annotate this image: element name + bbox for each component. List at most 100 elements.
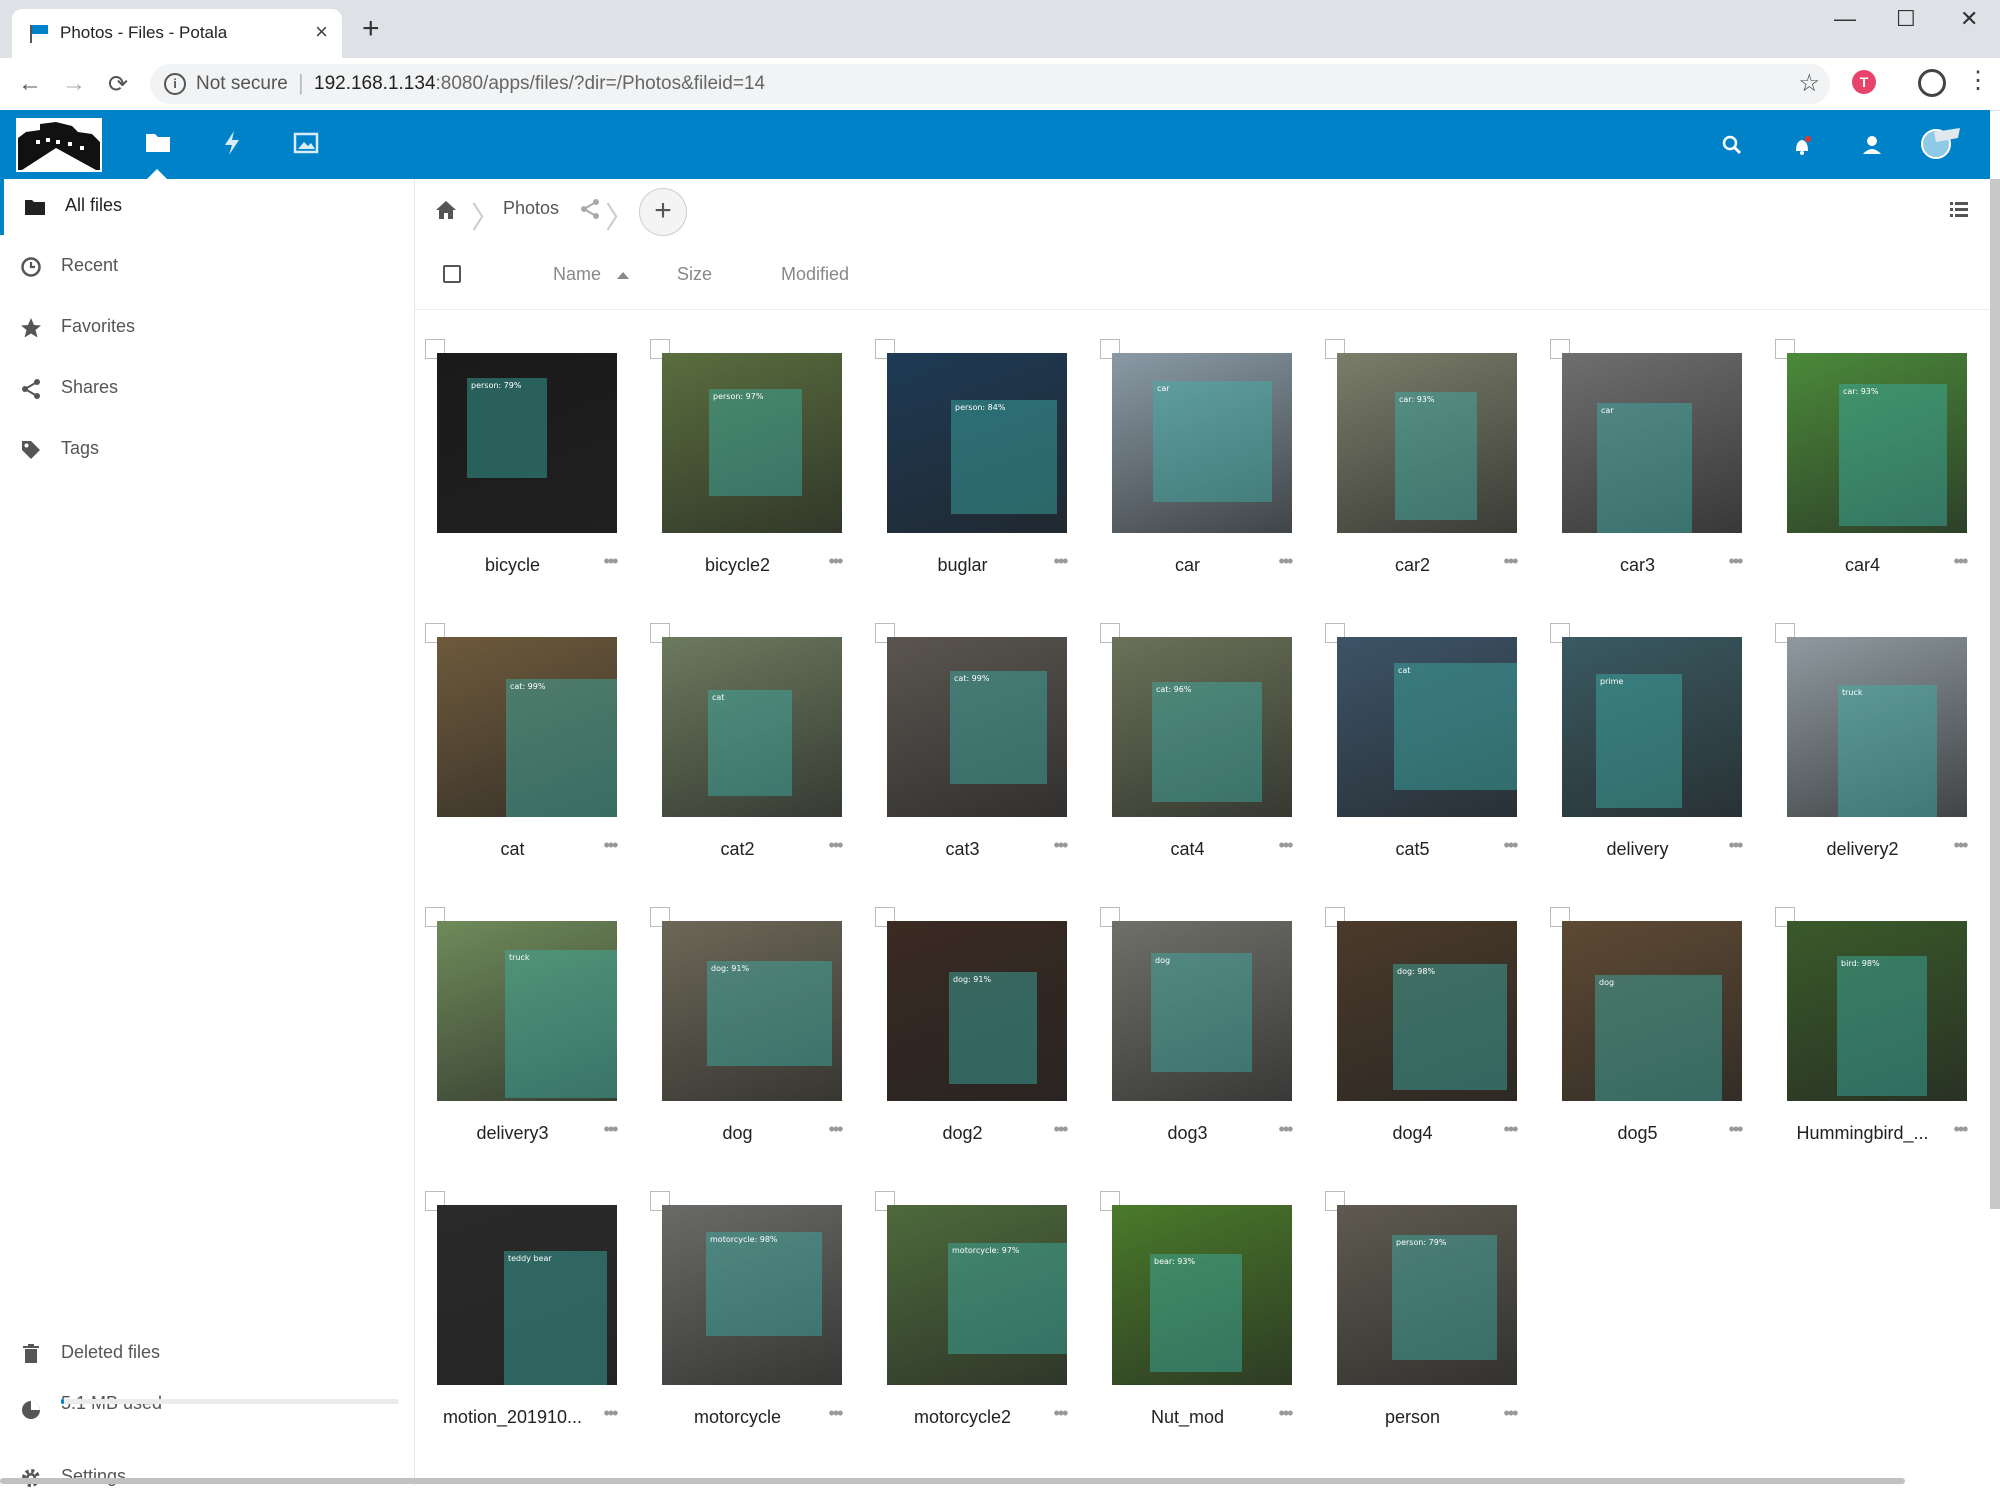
more-actions-icon[interactable]: ••• bbox=[820, 551, 850, 572]
breadcrumb-folder[interactable]: Photos bbox=[503, 198, 559, 219]
more-actions-icon[interactable]: ••• bbox=[1045, 551, 1075, 572]
file-thumbnail[interactable]: dog: 91% bbox=[887, 921, 1067, 1101]
file-name[interactable]: bicycle2 bbox=[640, 555, 835, 576]
file-tile[interactable]: dog: 98% dog4 ••• bbox=[1315, 907, 1540, 1191]
file-tile[interactable]: car car ••• bbox=[1090, 339, 1315, 623]
more-actions-icon[interactable]: ••• bbox=[1720, 551, 1750, 572]
file-thumbnail[interactable]: dog bbox=[1562, 921, 1742, 1101]
forward-icon[interactable]: → bbox=[62, 70, 86, 98]
file-thumbnail[interactable]: dog: 98% bbox=[1337, 921, 1517, 1101]
file-tile[interactable]: dog dog5 ••• bbox=[1540, 907, 1765, 1191]
home-icon[interactable] bbox=[435, 199, 457, 221]
file-thumbnail[interactable]: person: 84% bbox=[887, 353, 1067, 533]
file-tile[interactable]: person: 79% person ••• bbox=[1315, 1191, 1540, 1475]
more-actions-icon[interactable]: ••• bbox=[595, 551, 625, 572]
new-file-button[interactable]: + bbox=[639, 188, 687, 236]
more-actions-icon[interactable]: ••• bbox=[1495, 1403, 1525, 1424]
vertical-scrollbar[interactable] bbox=[1990, 179, 2000, 1209]
bookmark-star-icon[interactable]: ☆ bbox=[1798, 69, 1820, 98]
file-thumbnail[interactable]: truck bbox=[1787, 637, 1967, 817]
file-name[interactable]: car2 bbox=[1315, 555, 1510, 576]
file-name[interactable]: cat3 bbox=[865, 839, 1060, 860]
window-close-icon[interactable]: ✕ bbox=[1960, 6, 1978, 32]
more-actions-icon[interactable]: ••• bbox=[1720, 1119, 1750, 1140]
list-view-icon[interactable] bbox=[1948, 199, 1970, 221]
file-thumbnail[interactable]: cat bbox=[1337, 637, 1517, 817]
more-actions-icon[interactable]: ••• bbox=[1495, 835, 1525, 856]
maximize-icon[interactable]: ☐ bbox=[1896, 6, 1916, 32]
file-name[interactable]: cat bbox=[415, 839, 610, 860]
file-tile[interactable]: motorcycle: 98% motorcycle ••• bbox=[640, 1191, 865, 1475]
file-thumbnail[interactable]: cat bbox=[662, 637, 842, 817]
new-tab-button[interactable]: + bbox=[362, 12, 380, 46]
file-thumbnail[interactable]: car bbox=[1112, 353, 1292, 533]
file-name[interactable]: car bbox=[1090, 555, 1285, 576]
files-app-icon[interactable] bbox=[143, 128, 173, 158]
file-name[interactable]: dog5 bbox=[1540, 1123, 1735, 1144]
file-thumbnail[interactable]: car: 93% bbox=[1337, 353, 1517, 533]
more-actions-icon[interactable]: ••• bbox=[1495, 1119, 1525, 1140]
more-actions-icon[interactable]: ••• bbox=[595, 1119, 625, 1140]
search-icon[interactable] bbox=[1717, 130, 1747, 160]
more-actions-icon[interactable]: ••• bbox=[1045, 1403, 1075, 1424]
file-name[interactable]: cat5 bbox=[1315, 839, 1510, 860]
file-tile[interactable]: cat: 99% cat3 ••• bbox=[865, 623, 1090, 907]
reload-icon[interactable]: ⟳ bbox=[108, 70, 128, 99]
file-name[interactable]: dog3 bbox=[1090, 1123, 1285, 1144]
file-tile[interactable]: person: 97% bicycle2 ••• bbox=[640, 339, 865, 623]
more-actions-icon[interactable]: ••• bbox=[1495, 551, 1525, 572]
file-tile[interactable]: bird: 98% Hummingbird_... ••• bbox=[1765, 907, 1990, 1191]
horizontal-scrollbar[interactable] bbox=[0, 1478, 1905, 1484]
potala-logo[interactable] bbox=[16, 118, 102, 172]
file-name[interactable]: motorcycle bbox=[640, 1407, 835, 1428]
file-name[interactable]: delivery bbox=[1540, 839, 1735, 860]
sidebar-item-recent[interactable]: Recent bbox=[0, 239, 414, 295]
tab-close-icon[interactable]: × bbox=[315, 19, 328, 45]
more-actions-icon[interactable]: ••• bbox=[1045, 835, 1075, 856]
sidebar-item-favorites[interactable]: Favorites bbox=[0, 300, 414, 356]
file-tile[interactable]: cat cat5 ••• bbox=[1315, 623, 1540, 907]
file-name[interactable]: cat4 bbox=[1090, 839, 1285, 860]
more-actions-icon[interactable]: ••• bbox=[1045, 1119, 1075, 1140]
file-tile[interactable]: truck delivery2 ••• bbox=[1765, 623, 1990, 907]
file-thumbnail[interactable]: dog bbox=[1112, 921, 1292, 1101]
file-name[interactable]: motion_201910... bbox=[415, 1407, 610, 1428]
gallery-app-icon[interactable] bbox=[291, 128, 321, 158]
file-name[interactable]: delivery2 bbox=[1765, 839, 1960, 860]
info-icon[interactable]: i bbox=[164, 73, 186, 95]
more-actions-icon[interactable]: ••• bbox=[595, 835, 625, 856]
more-actions-icon[interactable]: ••• bbox=[1270, 551, 1300, 572]
sort-by-modified[interactable]: Modified bbox=[781, 264, 849, 285]
profile-icon[interactable] bbox=[1918, 69, 1946, 97]
file-tile[interactable]: dog: 91% dog2 ••• bbox=[865, 907, 1090, 1191]
file-thumbnail[interactable]: bear: 93% bbox=[1112, 1205, 1292, 1385]
file-name[interactable]: dog2 bbox=[865, 1123, 1060, 1144]
file-thumbnail[interactable]: person: 97% bbox=[662, 353, 842, 533]
browser-tab[interactable]: Photos - Files - Potala × bbox=[12, 9, 342, 58]
file-name[interactable]: bicycle bbox=[415, 555, 610, 576]
file-thumbnail[interactable]: car: 93% bbox=[1787, 353, 1967, 533]
more-actions-icon[interactable]: ••• bbox=[820, 1403, 850, 1424]
url-text[interactable]: 192.168.1.134:8080/apps/files/?dir=/Phot… bbox=[314, 73, 765, 95]
browser-menu-icon[interactable]: ⋮ bbox=[1966, 66, 1990, 95]
file-thumbnail[interactable]: cat: 96% bbox=[1112, 637, 1292, 817]
more-actions-icon[interactable]: ••• bbox=[1945, 551, 1975, 572]
file-tile[interactable]: teddy bear motion_201910... ••• bbox=[415, 1191, 640, 1475]
user-avatar[interactable] bbox=[1918, 124, 1962, 160]
contacts-icon[interactable] bbox=[1857, 130, 1887, 160]
file-thumbnail[interactable]: person: 79% bbox=[437, 353, 617, 533]
back-icon[interactable]: ← bbox=[18, 70, 42, 98]
file-tile[interactable]: car: 93% car4 ••• bbox=[1765, 339, 1990, 623]
file-thumbnail[interactable]: prime bbox=[1562, 637, 1742, 817]
file-thumbnail[interactable]: cat: 99% bbox=[437, 637, 617, 817]
file-tile[interactable]: cat: 99% cat ••• bbox=[415, 623, 640, 907]
file-tile[interactable]: motorcycle: 97% motorcycle2 ••• bbox=[865, 1191, 1090, 1475]
share-folder-icon[interactable] bbox=[579, 198, 601, 220]
file-name[interactable]: dog bbox=[640, 1123, 835, 1144]
file-name[interactable]: Nut_mod bbox=[1090, 1407, 1285, 1428]
quota-info[interactable]: 5.1 MB used bbox=[0, 1377, 414, 1433]
address-bar[interactable]: i Not secure | 192.168.1.134:8080/apps/f… bbox=[150, 64, 1830, 104]
file-name[interactable]: person bbox=[1315, 1407, 1510, 1428]
file-thumbnail[interactable]: cat: 99% bbox=[887, 637, 1067, 817]
sidebar-item-tags[interactable]: Tags bbox=[0, 422, 414, 478]
